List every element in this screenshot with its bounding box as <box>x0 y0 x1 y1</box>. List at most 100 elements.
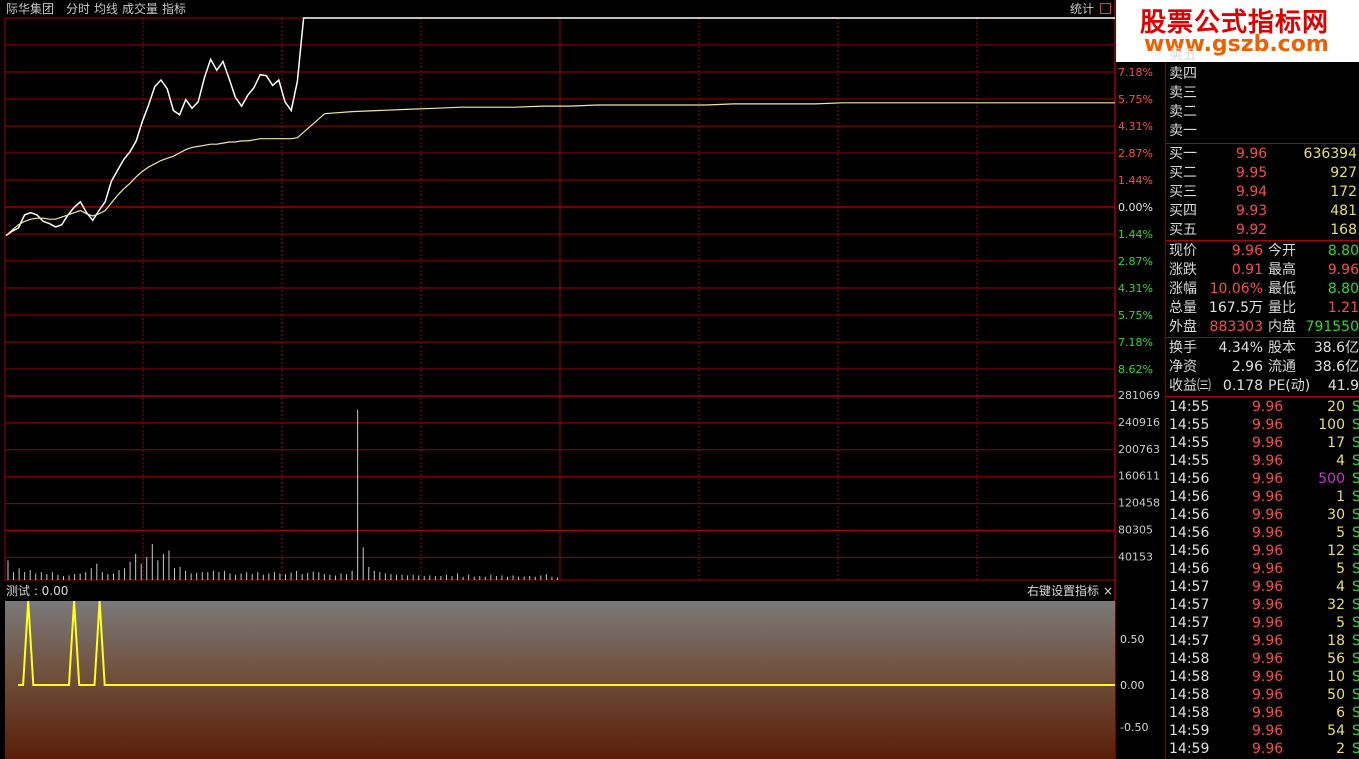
price-axis-label: 4.31% <box>1118 282 1153 295</box>
tick-row: 14:56 9.96 12 S <box>1166 542 1359 560</box>
buy-volume: 168 <box>1330 222 1357 238</box>
tick-volume: 5 <box>1336 525 1345 541</box>
quote-value: 41.9 <box>1327 378 1359 394</box>
volume-axis-label: 200763 <box>1118 443 1160 456</box>
buy-price: 9.92 <box>1236 222 1268 238</box>
buy-volume: 172 <box>1330 184 1357 200</box>
indicator-settings-menu[interactable]: 右键设置指标 <box>1027 583 1099 599</box>
tick-row: 14:56 9.96 5 S <box>1166 524 1359 542</box>
tick-price: 9.96 <box>1252 543 1284 559</box>
tab-avgline[interactable]: 均线 <box>94 0 118 18</box>
tick-time: 14:57 <box>1169 633 1210 649</box>
tick-row: 14:58 9.96 6 S <box>1166 704 1359 722</box>
panel-toggle-icon[interactable] <box>1100 3 1111 14</box>
tick-row: 14:55 9.96 20 S <box>1166 398 1359 416</box>
quote-value: 883303 <box>1209 319 1263 335</box>
quote-value: 0.91 <box>1231 262 1263 278</box>
quote-row: 涨幅 10.06% 最低 8.80 <box>1166 280 1359 299</box>
indicator-axis-label: 0.00 <box>1120 679 1145 692</box>
tick-volume: 32 <box>1327 597 1345 613</box>
volume-bars <box>7 409 558 580</box>
buy-row: 买三 9.94 172 <box>1166 183 1359 202</box>
quote-value: 8.80 <box>1327 243 1359 259</box>
tick-price: 9.96 <box>1252 651 1284 667</box>
buy-label: 买一 <box>1169 146 1197 162</box>
price-axis-label: 0.00% <box>1118 201 1153 214</box>
quote-label: PE(动) <box>1268 378 1311 394</box>
price-axis-label: 4.31% <box>1118 120 1153 133</box>
buy-label: 买三 <box>1169 184 1197 200</box>
tick-price: 9.96 <box>1252 561 1284 577</box>
tick-row: 14:57 9.96 5 S <box>1166 614 1359 632</box>
tick-row: 14:58 9.96 56 S <box>1166 650 1359 668</box>
tick-side: S <box>1352 489 1359 505</box>
tick-volume: 1 <box>1336 489 1345 505</box>
indicator-axis-label: 0.50 <box>1120 633 1145 646</box>
quote-value: 167.5万 <box>1208 300 1263 316</box>
tab-indicator[interactable]: 指标 <box>162 0 186 18</box>
tick-time: 14:56 <box>1169 507 1210 523</box>
price-axis-label: 5.75% <box>1118 309 1153 322</box>
indicator-panel-bg <box>5 601 1115 759</box>
price-axis-label: 7.18% <box>1118 66 1153 79</box>
tick-volume: 5 <box>1336 561 1345 577</box>
tab-volume[interactable]: 成交量 <box>122 0 158 18</box>
quote-row: 总量 167.5万 量比 1.21 <box>1166 299 1359 318</box>
divider <box>1166 240 1359 241</box>
tick-volume: 54 <box>1327 723 1345 739</box>
tick-row: 14:58 9.96 10 S <box>1166 668 1359 686</box>
close-icon[interactable]: × <box>1103 583 1113 599</box>
quote-label: 流通 <box>1268 359 1296 375</box>
tick-volume: 500 <box>1318 471 1345 487</box>
tick-row: 14:56 9.96 1 S <box>1166 488 1359 506</box>
tick-side: S <box>1352 687 1359 703</box>
tab-timeshare[interactable]: 分时 <box>66 0 90 18</box>
buy-label: 买五 <box>1169 222 1197 238</box>
tick-side: S <box>1352 579 1359 595</box>
quote-label: 换手 <box>1169 340 1197 356</box>
tick-row: 14:55 9.96 17 S <box>1166 434 1359 452</box>
quote-row: 收益㈢ 0.178 PE(动) 41.9 <box>1166 377 1359 396</box>
quote-value: 8.80 <box>1327 281 1359 297</box>
tick-price: 9.96 <box>1252 687 1284 703</box>
tick-volume: 4 <box>1336 579 1345 595</box>
tick-volume: 50 <box>1327 687 1345 703</box>
axis-labels: 108.67.18%5.75%4.31%2.87%1.44%0.00%1.44%… <box>1118 12 1160 734</box>
tick-price: 9.96 <box>1252 417 1284 433</box>
tick-time: 14:57 <box>1169 615 1210 631</box>
tick-time: 14:59 <box>1169 723 1210 739</box>
quote-value: 1.21 <box>1327 300 1359 316</box>
tick-row: 14:57 9.96 18 S <box>1166 632 1359 650</box>
tick-side: S <box>1352 471 1359 487</box>
sell-label: 卖二 <box>1169 104 1197 120</box>
buy-row: 买一 9.96 636394 <box>1166 145 1359 164</box>
sell-row: 卖二 <box>1166 103 1359 122</box>
tick-volume: 4 <box>1336 453 1345 469</box>
buy-row: 买五 9.92 168 <box>1166 221 1359 240</box>
tick-time: 14:58 <box>1169 705 1210 721</box>
chart-area[interactable]: 108.67.18%5.75%4.31%2.87%1.44%0.00%1.44%… <box>0 0 1166 759</box>
tick-price: 9.96 <box>1252 597 1284 613</box>
quote-label: 涨幅 <box>1169 281 1197 297</box>
price-axis-label: 5.75% <box>1118 93 1153 106</box>
tick-price: 9.96 <box>1252 507 1284 523</box>
quote-value: 9.96 <box>1327 262 1359 278</box>
tick-time: 14:57 <box>1169 579 1210 595</box>
buy-price: 9.93 <box>1236 203 1268 219</box>
buy-price: 9.96 <box>1236 146 1268 162</box>
tick-side: S <box>1352 435 1359 451</box>
quote-label: 总量 <box>1169 300 1197 316</box>
price-axis-label: 2.87% <box>1118 147 1153 160</box>
quote-value: 10.06% <box>1209 281 1263 297</box>
price-axis-label: 1.44% <box>1118 228 1153 241</box>
buy-label: 买四 <box>1169 203 1197 219</box>
sell-row: 卖一 <box>1166 122 1359 141</box>
tick-row: 14:58 9.96 50 S <box>1166 686 1359 704</box>
tick-volume: 2 <box>1336 741 1345 757</box>
tick-side: S <box>1352 741 1359 757</box>
tick-price: 9.96 <box>1252 741 1284 757</box>
buy-volume: 927 <box>1330 165 1357 181</box>
quote-row: 外盘 883303 内盘 791550 <box>1166 318 1359 337</box>
tick-time: 14:56 <box>1169 525 1210 541</box>
stats-button[interactable]: 统计 <box>1070 0 1094 18</box>
